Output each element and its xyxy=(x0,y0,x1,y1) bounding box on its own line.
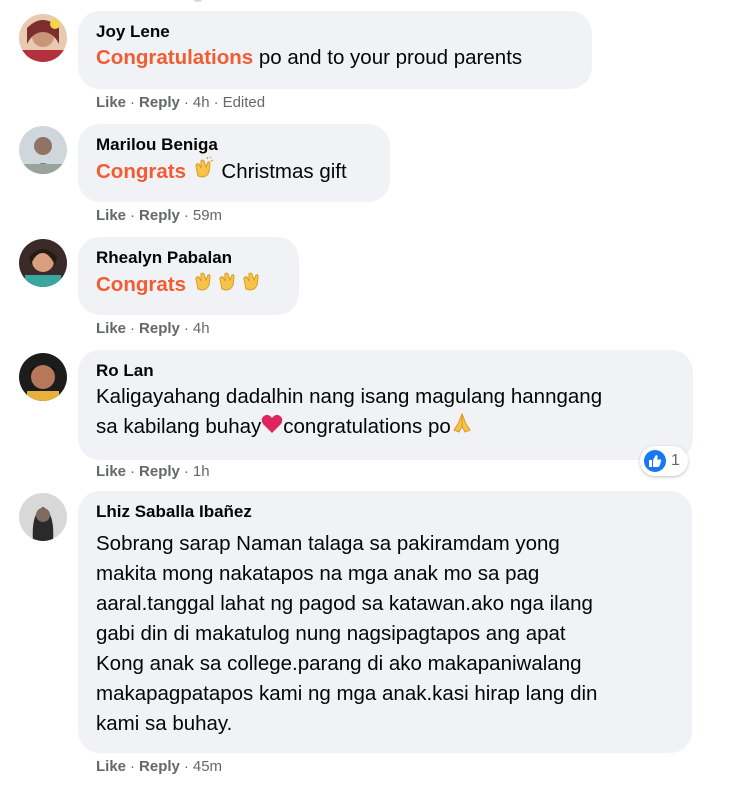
comment-line: kami sa buhay. xyxy=(96,712,233,735)
comment-bubble: Lhiz Saballa Ibañez Sobrang sarap Naman … xyxy=(78,491,692,753)
comment-actions: Like · Reply · 4h xyxy=(96,320,210,337)
comment-bubble: Marilou Beniga Congrats Christmas gift xyxy=(78,124,390,202)
comment-time[interactable]: 4h xyxy=(193,320,210,337)
comment-text-rest: Christmas gift xyxy=(221,159,347,183)
comment-actions: Like · Reply · 4h · Edited xyxy=(96,94,266,111)
comment-author[interactable]: Marilou Beniga xyxy=(96,134,372,156)
like-button[interactable]: Like xyxy=(96,207,126,224)
comment-text: Congrats xyxy=(96,269,281,302)
previous-comment-edge xyxy=(192,0,204,2)
comment-author[interactable]: Joy Lene xyxy=(96,21,574,43)
red-heart-icon xyxy=(261,413,283,443)
clapping-hands-icon xyxy=(240,269,264,302)
reply-button[interactable]: Reply xyxy=(139,320,180,337)
reply-button[interactable]: Reply xyxy=(139,94,180,111)
comment-text-part: sa kabilang buhay xyxy=(96,415,262,438)
like-button[interactable]: Like xyxy=(96,758,126,775)
comment-text: Sobrang sarap Naman talaga sa pakiramdam… xyxy=(96,529,674,739)
like-button[interactable]: Like xyxy=(96,320,126,337)
clapping-hands-icon xyxy=(216,269,240,302)
comment-line: makita mong nakatapos na mga anak mo sa … xyxy=(96,562,540,585)
comment-line: aaral.tanggal lahat ng pagod sa katawan.… xyxy=(96,592,593,615)
comment-time[interactable]: 59m xyxy=(193,207,222,224)
comment-actions: Like · Reply · 45m xyxy=(96,758,223,775)
highlighted-word: Congrats xyxy=(96,159,186,183)
reply-button[interactable]: Reply xyxy=(139,207,180,224)
reaction-count: 1 xyxy=(671,452,680,469)
like-button[interactable]: Like xyxy=(96,94,126,111)
comment-author[interactable]: Lhiz Saballa Ibañez xyxy=(96,501,674,523)
comment-author[interactable]: Rhealyn Pabalan xyxy=(96,247,281,269)
highlighted-word: Congrats xyxy=(96,272,186,296)
reply-button[interactable]: Reply xyxy=(139,758,180,775)
comment-time[interactable]: 4h xyxy=(193,94,210,111)
folded-hands-icon xyxy=(451,412,473,443)
comment-author[interactable]: Ro Lan xyxy=(96,360,675,382)
like-reaction-icon xyxy=(644,450,666,472)
like-button[interactable]: Like xyxy=(96,463,126,480)
comment-time[interactable]: 45m xyxy=(193,758,222,775)
avatar[interactable] xyxy=(19,126,67,174)
avatar[interactable] xyxy=(19,239,67,287)
comment-text-rest: po and to your proud parents xyxy=(253,46,523,69)
comment-bubble: Rhealyn Pabalan Congrats xyxy=(78,237,299,315)
avatar[interactable] xyxy=(19,14,67,62)
comment-text: Kaligayahang dadalhin nang isang magulan… xyxy=(96,382,675,443)
reply-button[interactable]: Reply xyxy=(139,463,180,480)
avatar[interactable] xyxy=(19,493,67,541)
comment-line: Kong anak sa college.parang di ako makap… xyxy=(96,652,582,675)
comment-bubble: Joy Lene Congratulations po and to your … xyxy=(78,11,592,89)
comment-line: makapagpatapos kami ng mga anak.kasi hir… xyxy=(96,682,598,705)
comment-time[interactable]: 1h xyxy=(193,463,210,480)
edited-label: Edited xyxy=(222,94,266,111)
avatar[interactable] xyxy=(19,353,67,401)
comment-text: Congratulations po and to your proud par… xyxy=(96,43,574,73)
comment-line: gabi din di makatulog nung nagsipagtapos… xyxy=(96,622,566,645)
comment-line: sa kabilang buhay congratulations po xyxy=(96,412,675,443)
comment-line: Kaligayahang dadalhin nang isang magulan… xyxy=(96,385,603,408)
comment-bubble: Ro Lan Kaligayahang dadalhin nang isang … xyxy=(78,350,693,460)
comment-actions: Like · Reply · 1h xyxy=(96,463,210,480)
comment-line: Sobrang sarap Naman talaga sa pakiramdam… xyxy=(96,532,560,555)
comment-text-part: congratulations po xyxy=(283,415,451,438)
comment-actions: Like · Reply · 59m xyxy=(96,207,223,224)
reaction-summary[interactable]: 1 xyxy=(640,446,688,476)
clapping-hands-icon xyxy=(192,156,216,189)
comment-text: Congrats Christmas gift xyxy=(96,156,372,189)
highlighted-word: Congratulations xyxy=(96,46,254,69)
clapping-hands-icon xyxy=(192,269,216,302)
